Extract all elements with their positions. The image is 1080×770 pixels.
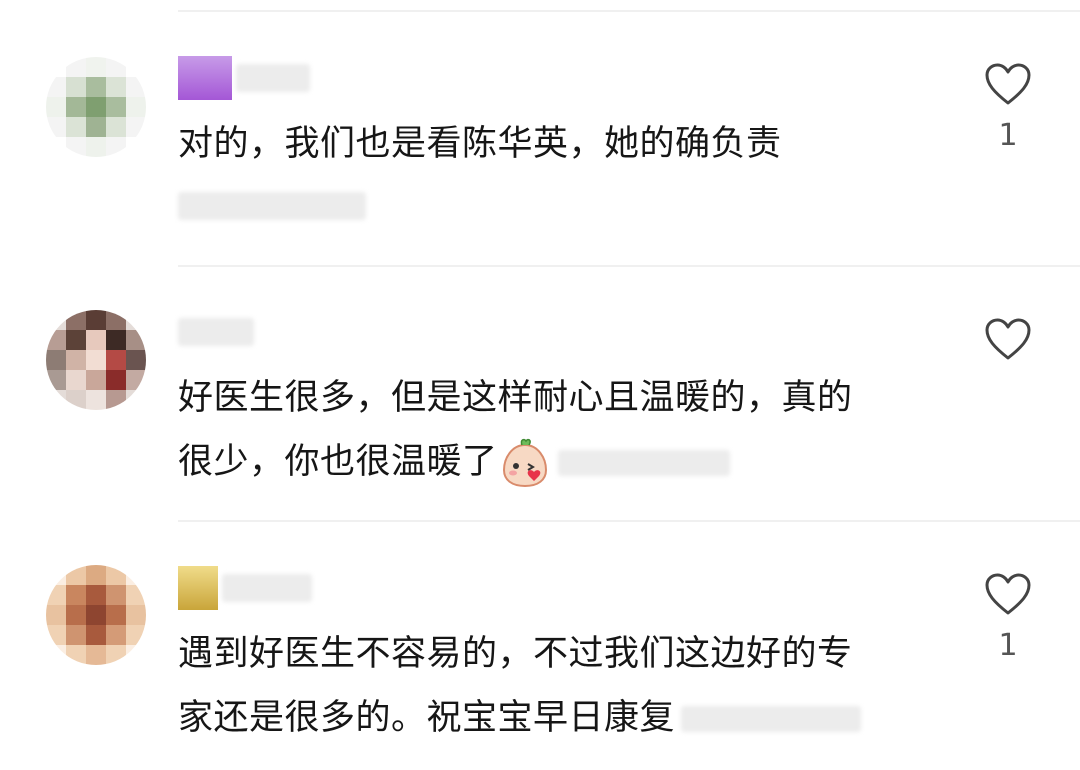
username[interactable] [178, 566, 312, 610]
avatar[interactable] [46, 565, 146, 665]
face-blowing-kiss-emoji [502, 438, 547, 488]
comment-date [681, 706, 862, 732]
username[interactable] [178, 318, 254, 346]
comment-divider [178, 520, 1080, 522]
like-count: 1 [998, 628, 1018, 663]
like-count: 1 [998, 118, 1018, 153]
like-button[interactable]: 1 [982, 62, 1034, 153]
user-badge-icon [178, 566, 218, 610]
avatar[interactable] [46, 57, 146, 157]
like-button[interactable] [982, 317, 1034, 373]
avatar[interactable] [46, 310, 146, 410]
like-button[interactable]: 1 [982, 572, 1034, 663]
heart-icon [985, 63, 1031, 105]
comment-text[interactable]: 对的，我们也是看陈华英，她的确负责 [178, 112, 782, 176]
heart-icon [985, 318, 1031, 360]
comment-text[interactable]: 遇到好医生不容易的，不过我们这边好的专 家还是很多的。祝宝宝早日康复 [178, 622, 862, 750]
user-badge-icon [178, 56, 232, 100]
comment-date [178, 192, 366, 220]
comment-divider [178, 265, 1080, 267]
heart-icon [985, 573, 1031, 615]
top-divider [178, 10, 1080, 12]
comment-text[interactable]: 好医生很多，但是这样耐心且温暖的，真的 很少，你也很温暖了 [178, 366, 853, 494]
comment-date [557, 450, 730, 476]
username[interactable] [178, 56, 310, 100]
